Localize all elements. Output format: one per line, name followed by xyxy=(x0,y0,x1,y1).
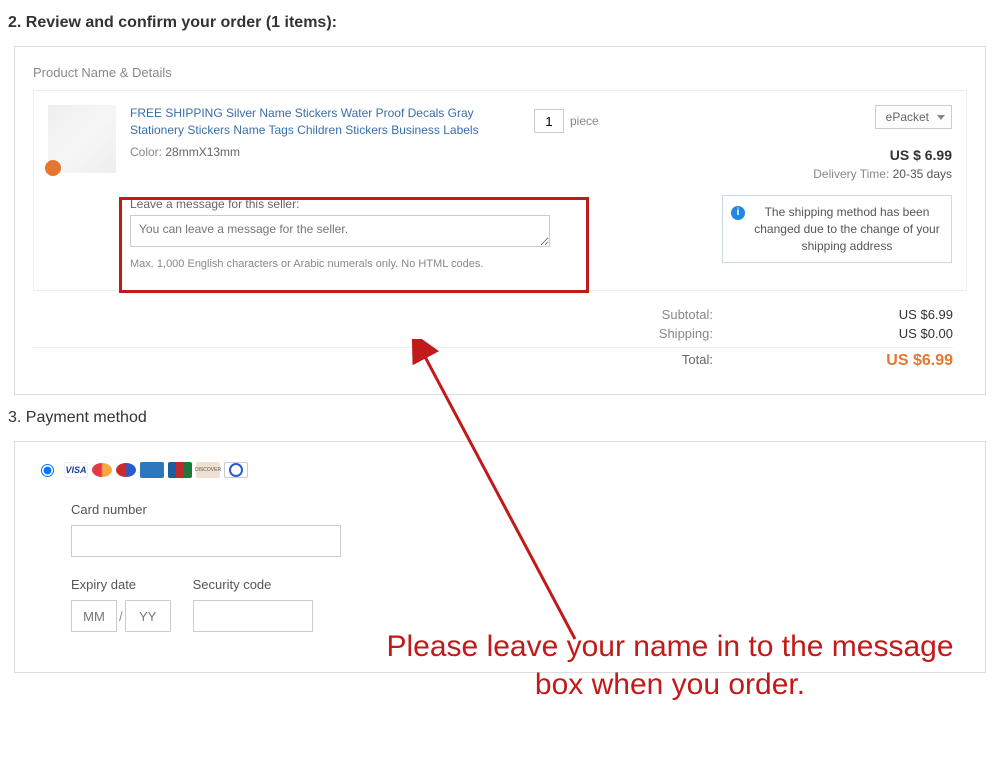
annotation-text: Please leave your name in to the message… xyxy=(360,628,980,703)
delivery-value: 20-35 days xyxy=(893,167,952,181)
visa-icon: VISA xyxy=(64,462,88,478)
product-details-header: Product Name & Details xyxy=(33,65,967,80)
review-box: Product Name & Details FREE SHIPPING Sil… xyxy=(14,46,986,395)
security-code-input[interactable] xyxy=(193,600,313,632)
expiry-month-input[interactable] xyxy=(71,600,117,632)
expiry-year-input[interactable] xyxy=(125,600,171,632)
review-section-title: 2. Review and confirm your order (1 item… xyxy=(8,14,1000,32)
product-price: US $ 6.99 xyxy=(722,147,952,163)
seller-message-input[interactable] xyxy=(130,215,550,247)
shipping-method-value: ePacket xyxy=(886,110,929,124)
shipping-notice-text: The shipping method has been changed due… xyxy=(754,205,939,253)
variant-value: 28mmX13mm xyxy=(165,145,240,159)
quantity-unit: piece xyxy=(570,114,599,128)
shipping-method-select[interactable]: ePacket xyxy=(875,105,952,129)
maestro-icon xyxy=(116,463,136,477)
delivery-label: Delivery Time: xyxy=(813,167,889,181)
delivery-time: Delivery Time: 20-35 days xyxy=(722,167,952,181)
subtotal-value: US $6.99 xyxy=(873,307,953,322)
card-brand-icons: VISA DISCOVER xyxy=(64,462,248,478)
product-row: FREE SHIPPING Silver Name Stickers Water… xyxy=(33,90,967,291)
quantity-input[interactable] xyxy=(534,109,564,133)
product-variant: Color: 28mmX13mm xyxy=(130,145,480,159)
seller-message-label: Leave a message for this seller: xyxy=(130,197,698,211)
total-value: US $6.99 xyxy=(873,352,953,370)
expiry-slash: / xyxy=(119,609,123,624)
seller-message-area: Leave a message for this seller: Max. 1,… xyxy=(130,191,708,278)
info-icon: i xyxy=(731,206,745,220)
subtotal-label: Subtotal: xyxy=(662,307,713,322)
order-totals: Subtotal: US $6.99 Shipping: US $0.00 To… xyxy=(33,291,967,384)
shipping-value: US $0.00 xyxy=(873,326,953,341)
discover-icon: DISCOVER xyxy=(196,462,220,478)
expiry-label: Expiry date xyxy=(71,577,171,592)
product-right-column: ePacket US $ 6.99 Delivery Time: 20-35 d… xyxy=(722,105,952,278)
variant-label: Color: xyxy=(130,145,162,159)
diners-icon xyxy=(224,462,248,478)
jcb-icon xyxy=(168,462,192,478)
shipping-notice-box: i The shipping method has been changed d… xyxy=(722,195,952,263)
amex-icon xyxy=(140,462,164,478)
product-title-link[interactable]: FREE SHIPPING Silver Name Stickers Water… xyxy=(130,105,480,139)
shipping-label: Shipping: xyxy=(659,326,713,341)
card-number-input[interactable] xyxy=(71,525,341,557)
payment-card-option[interactable]: VISA DISCOVER xyxy=(41,462,959,478)
payment-radio-cards[interactable] xyxy=(41,464,54,477)
seller-message-help: Max. 1,000 English characters or Arabic … xyxy=(130,258,698,270)
chevron-down-icon xyxy=(937,115,945,120)
totals-separator xyxy=(33,347,953,348)
security-code-label: Security code xyxy=(193,577,313,592)
payment-section-title: 3. Payment method xyxy=(8,409,1000,427)
product-thumbnail[interactable] xyxy=(48,105,116,173)
mastercard-icon xyxy=(92,463,112,477)
card-number-label: Card number xyxy=(71,502,959,517)
total-label: Total: xyxy=(682,352,713,370)
